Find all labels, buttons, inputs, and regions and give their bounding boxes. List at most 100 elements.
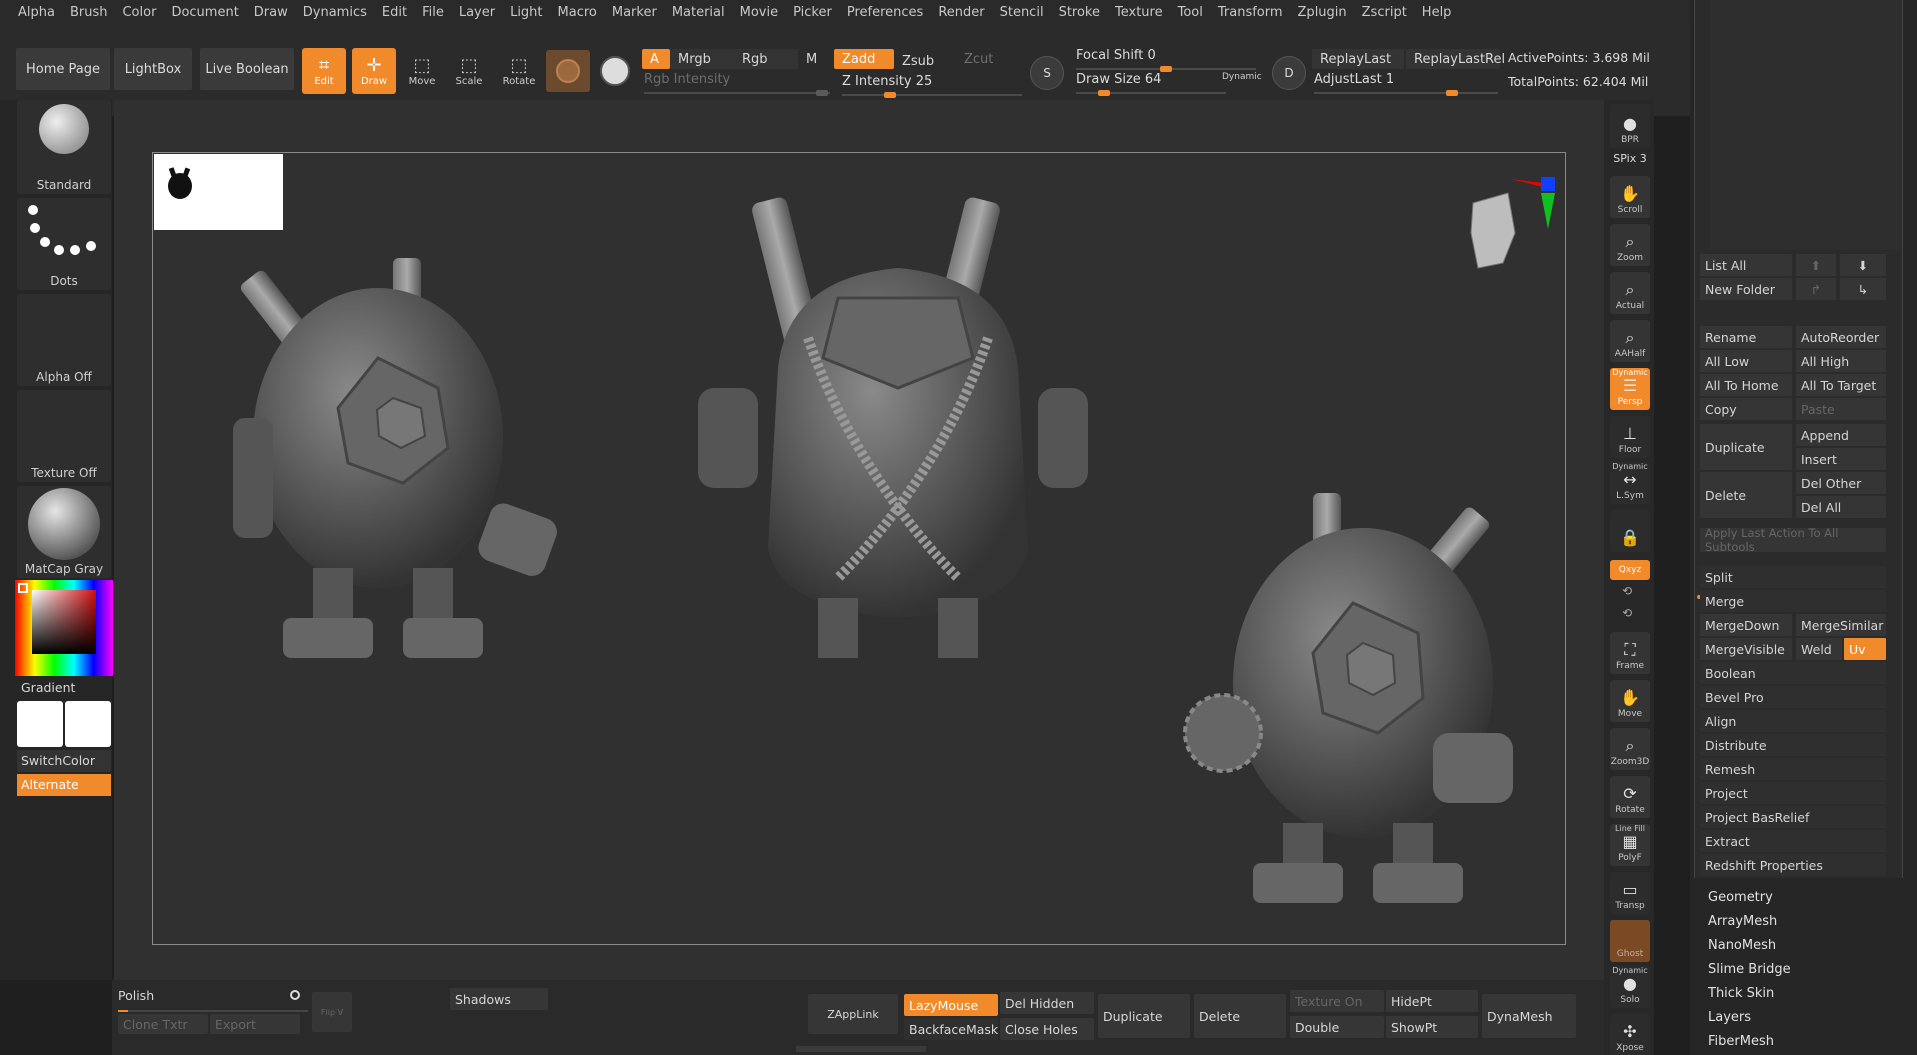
texture-picker[interactable]: Texture Off (17, 390, 111, 482)
dynamic-label[interactable]: Dynamic (1222, 72, 1262, 82)
secondary-color-swatch[interactable] (65, 701, 111, 747)
alternate-button[interactable]: Alternate (17, 774, 111, 796)
shadows-toggle[interactable]: Shadows (450, 988, 548, 1010)
bevel-pro-section[interactable]: Bevel Pro (1700, 686, 1886, 708)
append-button[interactable]: Append (1796, 424, 1886, 446)
brush-picker[interactable]: Standard (17, 100, 111, 194)
mergedown-button[interactable]: MergeDown (1700, 614, 1792, 636)
all-to-target-button[interactable]: All To Target (1796, 374, 1886, 396)
mrgb-toggle[interactable]: Mrgb (670, 49, 736, 69)
polyf-button[interactable]: Line Fill ▦ PolyF (1610, 824, 1650, 866)
menu-file[interactable]: File (422, 5, 444, 20)
color-cursor-icon[interactable] (18, 583, 28, 593)
xpose-button[interactable]: ✣ Xpose (1610, 1014, 1650, 1055)
insert-button[interactable]: Insert (1796, 448, 1886, 470)
color-picker[interactable] (15, 580, 113, 676)
weld-toggle[interactable]: Weld (1796, 638, 1842, 660)
menu-render[interactable]: Render (938, 5, 984, 20)
subpalette-slime-bridge[interactable]: Slime Bridge (1708, 962, 1791, 977)
hidept-button[interactable]: HidePt (1386, 990, 1478, 1012)
align-section[interactable]: Align (1700, 710, 1886, 732)
zapplink-button[interactable]: ZAppLink (808, 994, 898, 1034)
delete-button[interactable]: Delete (1194, 994, 1286, 1038)
double-toggle[interactable]: Double (1290, 1016, 1384, 1038)
menu-layer[interactable]: Layer (459, 5, 495, 20)
stroke-s-button[interactable]: S (1030, 56, 1064, 90)
menu-edit[interactable]: Edit (382, 5, 407, 20)
menu-stroke[interactable]: Stroke (1059, 5, 1100, 20)
subtool-list[interactable] (1710, 0, 1902, 250)
draw-size-knob[interactable] (1097, 90, 1110, 96)
orientation-gizmo[interactable] (1453, 173, 1563, 283)
z-intensity-knob[interactable] (884, 92, 896, 98)
xyz-button[interactable]: Qxyz (1610, 560, 1650, 580)
menu-picker[interactable]: Picker (793, 5, 832, 20)
color-mode-button[interactable] (596, 50, 636, 92)
bottom-resize-handle[interactable] (796, 1046, 926, 1052)
menu-transform[interactable]: Transform (1218, 5, 1283, 20)
focal-shift-slider[interactable]: Focal Shift 0 (1076, 48, 1256, 72)
menu-light[interactable]: Light (510, 5, 542, 20)
floor-button[interactable]: ⊥ Floor (1610, 416, 1650, 458)
mergesimilar-button[interactable]: MergeSimilar (1796, 614, 1886, 636)
menu-zplugin[interactable]: Zplugin (1298, 5, 1347, 20)
lazymouse-toggle[interactable]: LazyMouse (904, 994, 998, 1016)
robot-model-left[interactable] (193, 248, 573, 678)
uv-toggle[interactable]: Uv (1844, 638, 1886, 660)
menu-stencil[interactable]: Stencil (1000, 5, 1044, 20)
texture-on-toggle[interactable]: Texture On (1290, 990, 1384, 1012)
frame-button[interactable]: ⛶ Frame (1610, 632, 1650, 674)
rgb-intensity-knob[interactable] (816, 90, 828, 96)
solo-button[interactable]: Dynamic ● Solo (1610, 966, 1650, 1008)
list-all-button[interactable]: List All (1700, 254, 1792, 276)
redshift-properties-section[interactable]: Redshift Properties (1700, 854, 1886, 876)
boolean-section[interactable]: Boolean (1700, 662, 1886, 684)
flip-v-button[interactable]: Flip V (312, 992, 352, 1032)
polish-slider[interactable]: Polish (118, 988, 308, 1012)
arrow-down-button[interactable]: ⬇ (1840, 254, 1886, 276)
mergevisible-button[interactable]: MergeVisible (1700, 638, 1792, 660)
move-mode-button[interactable]: ⬚ Move (400, 48, 444, 94)
robot-model-center[interactable] (688, 188, 1108, 668)
rotate-view-button[interactable]: ⟳ Rotate (1610, 776, 1650, 818)
rgb-toggle[interactable]: Rgb (734, 49, 798, 69)
zcut-toggle[interactable]: Zcut (956, 49, 1016, 69)
color-square[interactable] (32, 590, 96, 654)
zoom3d-button[interactable]: ⌕ Zoom3D (1610, 728, 1650, 770)
draw-size-slider[interactable]: Draw Size 64 (1076, 72, 1226, 96)
autoreorder-button[interactable]: AutoReorder (1796, 326, 1886, 348)
new-folder-button[interactable]: New Folder (1700, 278, 1792, 300)
export-button[interactable]: Export (210, 1014, 300, 1034)
del-hidden-button[interactable]: Del Hidden (1000, 992, 1094, 1014)
menu-brush[interactable]: Brush (70, 5, 108, 20)
subpalette-layers[interactable]: Layers (1708, 1010, 1751, 1025)
switchcolor-button[interactable]: SwitchColor (17, 750, 111, 772)
edit-mode-button[interactable]: ⌗ Edit (302, 48, 346, 94)
project-section[interactable]: Project (1700, 782, 1886, 804)
move-view-button[interactable]: ✋ Move (1610, 680, 1650, 722)
replay-last-rel-button[interactable]: ReplayLastRel (1406, 49, 1505, 69)
z-intensity-slider[interactable]: Z Intensity 25 (842, 74, 1022, 98)
scale-mode-button[interactable]: ⬚ Scale (447, 48, 491, 94)
delete-subtool-button[interactable]: Delete (1700, 472, 1792, 518)
subpalette-fibermesh[interactable]: FiberMesh (1708, 1034, 1774, 1049)
stroke-picker[interactable]: Dots (17, 198, 111, 290)
arrow-up-button[interactable]: ⬆ (1796, 254, 1836, 276)
all-to-home-button[interactable]: All To Home (1700, 374, 1792, 396)
main-color-swatch[interactable] (17, 701, 63, 747)
rename-button[interactable]: Rename (1700, 326, 1792, 348)
spix-slider[interactable]: SPix 3 (1610, 152, 1650, 165)
merge-section[interactable]: Merge (1700, 590, 1886, 612)
replay-last-button[interactable]: ReplayLast (1312, 49, 1404, 69)
a-toggle[interactable]: A (642, 49, 670, 69)
material-swatch-button[interactable] (546, 50, 590, 92)
subpalette-nanomesh[interactable]: NanoMesh (1708, 938, 1776, 953)
menu-macro[interactable]: Macro (558, 5, 597, 20)
rgb-intensity-slider[interactable]: Rgb Intensity (644, 72, 830, 96)
navigation-thumbnail[interactable] (154, 154, 283, 230)
paste-button[interactable]: Paste (1796, 398, 1886, 420)
stroke-d-button[interactable]: D (1272, 56, 1306, 90)
zsub-toggle[interactable]: Zsub (894, 51, 956, 71)
menu-zscript[interactable]: Zscript (1362, 5, 1407, 20)
menu-alpha[interactable]: Alpha (18, 5, 55, 20)
